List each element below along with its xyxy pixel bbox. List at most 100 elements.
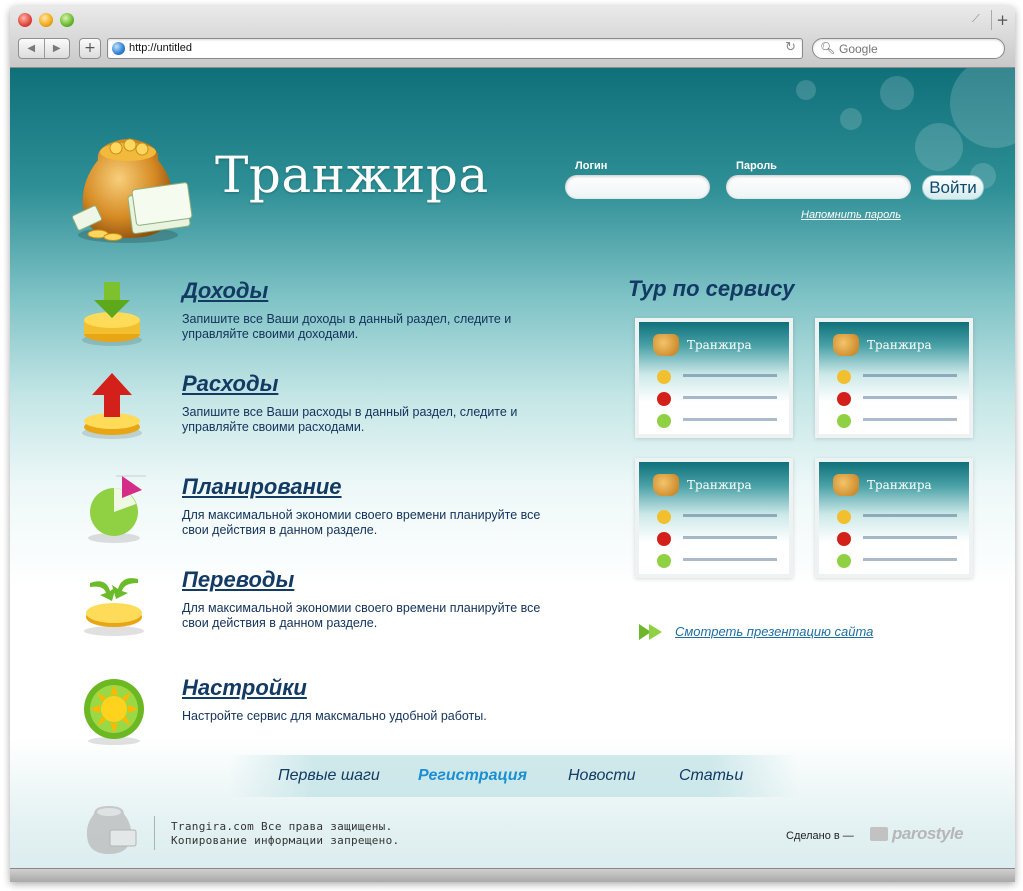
footer-nav-news[interactable]: Новости — [568, 767, 636, 785]
password-label: Пароль — [736, 160, 777, 172]
thumbnail-planning-icon — [837, 554, 851, 568]
thumbnail-text-line — [863, 418, 957, 421]
money-bag-logo-icon — [71, 138, 193, 243]
back-button[interactable]: ◀ — [19, 39, 44, 58]
thumbnail-text-line — [863, 374, 957, 377]
remind-password-link[interactable]: Напомнить пароль — [801, 209, 901, 221]
status-bar — [10, 868, 1015, 882]
footer-nav: Первые шаги Регистрация Новости Статьи — [228, 755, 798, 797]
copyright-line-1: Trangira.com Все права защищены. — [171, 820, 393, 833]
tour-title: Тур по сервису — [628, 276, 795, 301]
footer-nav-registration[interactable]: Регистрация — [418, 767, 527, 785]
browser-window: ⟋ + ◀ ▶ + http://untitled ↻ 🔍︎ Google Тр… — [10, 6, 1015, 882]
parostyle-logo-icon — [870, 827, 888, 841]
transfers-coin-icon — [84, 578, 144, 636]
minimize-window-button[interactable] — [39, 13, 53, 27]
settings-sun-icon — [84, 679, 144, 745]
thumbnail-text-line — [683, 514, 777, 517]
login-input[interactable] — [565, 175, 710, 199]
feature-transfers-desc: Для максимальной экономии своего времени… — [182, 601, 541, 630]
new-tab-button[interactable]: + — [991, 10, 1013, 30]
thumbnail-text-line — [863, 514, 957, 517]
tour-thumbnail-4[interactable]: Транжира — [815, 458, 973, 578]
thumbnail-bag-icon — [833, 474, 859, 496]
footer-nav-articles[interactable]: Статьи — [679, 767, 743, 785]
footer-nav-first-steps[interactable]: Первые шаги — [278, 767, 380, 785]
feature-income-desc: Запишите все Ваши доходы в данный раздел… — [182, 312, 512, 341]
thumbnail-bag-icon — [653, 334, 679, 356]
page-content: Транжира Логин Пароль Войти Напомнить па… — [10, 68, 1015, 882]
thumbnail-expenses-icon — [657, 532, 671, 546]
reload-icon[interactable]: ↻ — [785, 40, 796, 55]
thumbnail-text-line — [683, 374, 777, 377]
planning-pie-icon — [88, 475, 146, 543]
decor-bubble — [840, 108, 862, 130]
thumbnail-text-line — [683, 558, 777, 561]
decor-bubble — [880, 76, 914, 110]
feature-expenses-desc: Запишите все Ваши расходы в данный разде… — [182, 405, 518, 434]
thumbnail-text-line — [863, 536, 957, 539]
feature-income: Доходы Запишите все Ваши доходы в данный… — [70, 278, 570, 368]
feature-income-link[interactable]: Доходы — [182, 278, 268, 304]
search-bar[interactable]: 🔍︎ — [812, 38, 1005, 59]
password-input[interactable] — [726, 175, 911, 199]
login-label: Логин — [575, 160, 608, 172]
thumbnail-expenses-icon — [657, 392, 671, 406]
thumbnail-bag-icon — [653, 474, 679, 496]
zoom-window-button[interactable] — [60, 13, 74, 27]
thumbnail-expenses-icon — [837, 532, 851, 546]
made-by-label: Сделано в — — [786, 830, 854, 842]
thumbnail-brand: Транжира — [867, 338, 932, 352]
address-bar[interactable]: http://untitled ↻ — [107, 38, 803, 59]
feature-expenses: Расходы Запишите все Ваши расходы в данн… — [70, 371, 570, 461]
feature-expenses-link[interactable]: Расходы — [182, 371, 278, 397]
feature-settings-link[interactable]: Настройки — [182, 675, 307, 701]
thumbnail-text-line — [863, 558, 957, 561]
site-logo-title[interactable]: Транжира — [215, 146, 489, 204]
thumbnail-income-icon — [837, 370, 851, 384]
resize-icon[interactable]: ⟋ — [972, 12, 986, 26]
search-input[interactable] — [839, 42, 989, 56]
thumbnail-brand: Транжира — [687, 478, 752, 492]
feature-planning-link[interactable]: Планирование — [182, 474, 342, 500]
feature-settings: Настройки Настройте сервис для максмальн… — [70, 675, 570, 765]
thumbnail-text-line — [683, 418, 777, 421]
parostyle-logo[interactable]: parostyle — [892, 824, 964, 844]
watch-presentation-link[interactable]: Смотреть презентацию сайта — [675, 624, 873, 639]
copyright: Trangira.com Все права защищены. Копиров… — [171, 820, 399, 848]
thumbnail-brand: Транжира — [687, 338, 752, 352]
feature-settings-desc: Настройте сервис для максмально удобной … — [182, 709, 487, 723]
add-bookmark-button[interactable]: + — [79, 38, 101, 59]
tour-thumbnail-1[interactable]: Транжира — [635, 318, 793, 438]
thumbnail-text-line — [863, 396, 957, 399]
thumbnail-income-icon — [657, 370, 671, 384]
feature-planning-desc: Для максимальной экономии своего времени… — [182, 508, 541, 537]
thumbnail-income-icon — [837, 510, 851, 524]
login-button[interactable]: Войти — [922, 175, 984, 200]
feature-transfers-link[interactable]: Переводы — [182, 567, 294, 593]
decor-bubble — [915, 123, 963, 171]
url-text[interactable]: http://untitled — [129, 42, 192, 54]
income-coins-icon — [82, 282, 142, 346]
thumbnail-planning-icon — [657, 554, 671, 568]
tour-thumbnail-2[interactable]: Транжира — [815, 318, 973, 438]
copyright-line-2: Копирование информации запрещено. — [171, 834, 400, 847]
search-icon: 🔍︎ — [820, 41, 836, 55]
forward-button[interactable]: ▶ — [43, 39, 70, 58]
expenses-coins-icon — [82, 373, 142, 439]
feature-transfers: Переводы Для максимальной экономии своег… — [70, 567, 570, 657]
thumbnail-planning-icon — [657, 414, 671, 428]
thumbnail-brand: Транжира — [867, 478, 932, 492]
browser-toolbar: ⟋ + ◀ ▶ + http://untitled ↻ 🔍︎ — [10, 6, 1015, 68]
feature-planning: Планирование Для максимальной экономии с… — [70, 474, 570, 564]
thumbnail-text-line — [683, 536, 777, 539]
play-arrow-icon[interactable] — [638, 622, 664, 642]
close-window-button[interactable] — [18, 13, 32, 27]
footer-money-bag-icon — [86, 806, 137, 854]
decor-bubble — [796, 80, 816, 100]
thumbnail-expenses-icon — [837, 392, 851, 406]
footer-divider — [154, 816, 155, 850]
thumbnail-income-icon — [657, 510, 671, 524]
tour-thumbnail-3[interactable]: Транжира — [635, 458, 793, 578]
globe-icon — [112, 42, 125, 55]
